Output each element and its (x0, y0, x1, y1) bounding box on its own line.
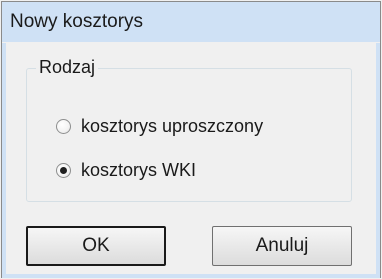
window-border-right (376, 43, 380, 278)
cancel-button[interactable]: Anuluj (212, 226, 352, 266)
radio-button-simplified[interactable] (56, 119, 71, 134)
radio-option-wki[interactable]: kosztorys WKI (56, 160, 196, 181)
ok-button[interactable]: OK (26, 226, 166, 266)
radio-button-wki[interactable] (56, 163, 71, 178)
dialog-frame: Nowy kosztorys Rodzaj kosztorys uproszcz… (0, 0, 382, 279)
radio-option-simplified[interactable]: kosztorys uproszczony (56, 116, 263, 137)
window-border-bottom (2, 274, 380, 278)
window-title: Nowy kosztorys (10, 11, 144, 32)
groupbox-label: Rodzaj (36, 57, 99, 78)
radio-label-simplified: kosztorys uproszczony (81, 116, 264, 136)
radio-selected-dot-icon (60, 167, 67, 174)
title-bar[interactable]: Nowy kosztorys (2, 2, 380, 42)
radio-label-wki: kosztorys WKI (81, 160, 197, 180)
